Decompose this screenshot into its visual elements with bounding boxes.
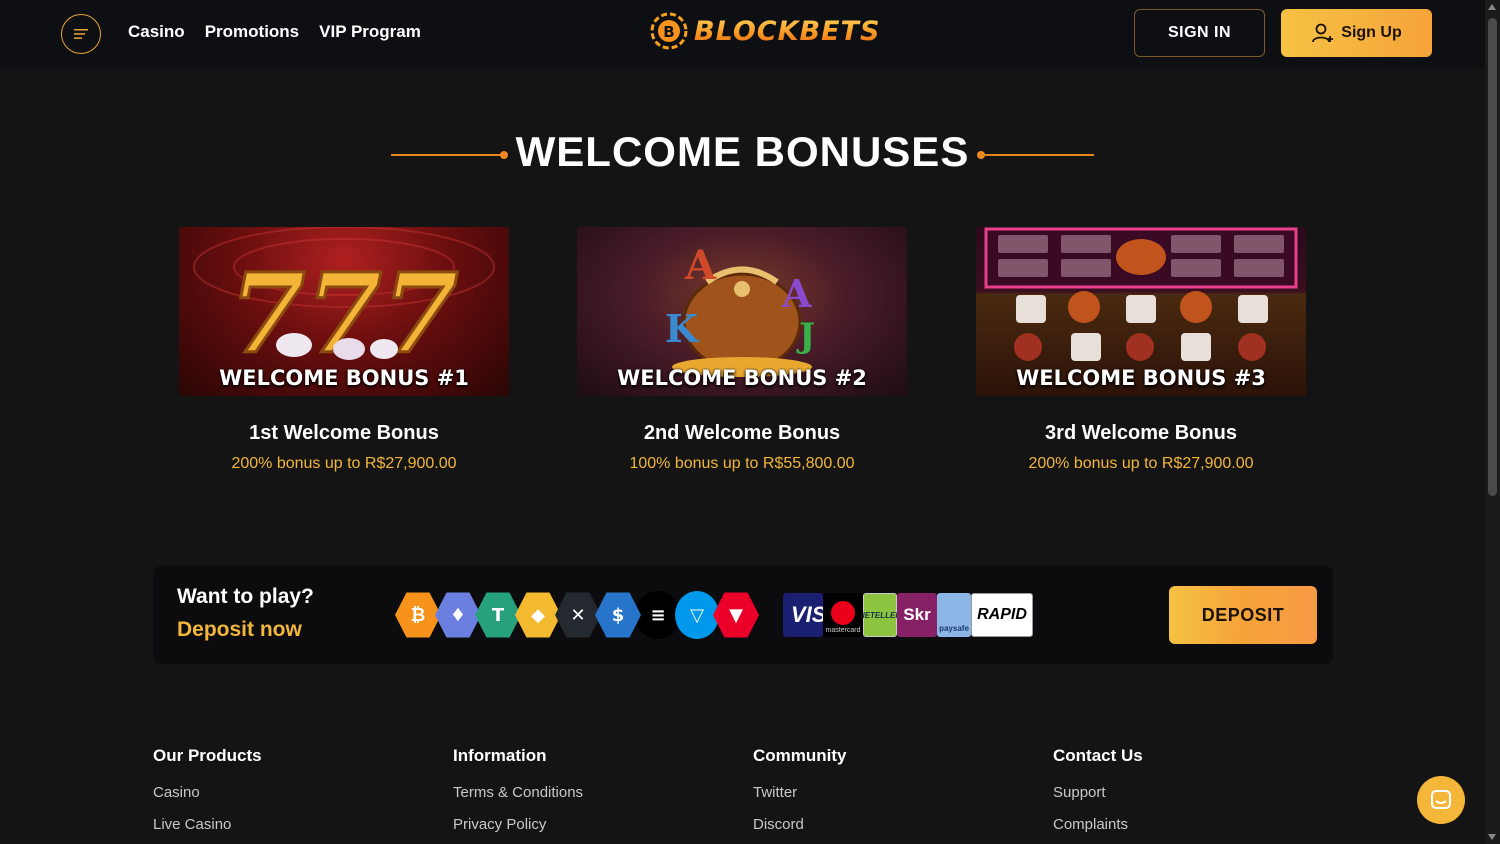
bonus-subtitle-1: 200% bonus up to R$27,900.00 [231,455,457,472]
nav-promotions[interactable]: Promotions [205,22,299,42]
scroll-thumb[interactable] [1488,18,1497,496]
usdc-icon: $ [595,592,641,638]
footer-link-discord[interactable]: Discord [753,816,847,833]
page-scrollbar[interactable] [1485,0,1500,844]
bonus-image-3[interactable]: WELCOME BONUS #3 [976,227,1306,396]
bonus-title-2: 2nd Welcome Bonus [643,422,841,444]
menu-button[interactable] [61,14,101,54]
deposit-bar: Want to play? Deposit now ₿ ♦ T ◆ ✕ $ ≡ … [153,566,1333,664]
svg-text:B: B [663,23,674,41]
svg-text:K: K [665,306,700,351]
scroll-down-icon[interactable] [1488,834,1496,840]
want-to-play-text: Want to play? [177,585,314,608]
footer-link-live-casino[interactable]: Live Casino [153,816,262,833]
bonus-banner-3: WELCOME BONUS #3 [1016,366,1266,390]
logo-text: BLOCKBETS [694,15,881,47]
section-title: WELCOME BONUSES [515,128,970,175]
bonus-subtitle-2: 100% bonus up to R$55,800.00 [629,455,855,472]
title-line-right [979,154,1094,156]
hamburger-icon [74,29,88,39]
scroll-up-icon[interactable] [1488,4,1496,10]
svg-text:A: A [781,271,812,316]
sign-in-button[interactable]: SIGN IN [1134,9,1265,57]
rapid-logo: RAPID [971,593,1033,637]
bitcoin-icon: ₿ [395,592,441,638]
bonus-card-2[interactable]: A K A J WELCOME BONUS #2 2nd Welcome Bon… [577,227,907,473]
nav-vip-program[interactable]: VIP Program [319,22,421,42]
bonus-image-1[interactable]: 777 WELCOME BONUS #1 [179,227,509,396]
chat-icon [1431,790,1451,809]
deposit-now-text: Deposit now [177,618,302,641]
ton-icon: ▽ [675,591,719,639]
logo-coin-icon: B [650,12,688,50]
svg-text:J: J [796,316,815,356]
footer-col-information: Information Terms & Conditions Privacy P… [453,746,583,844]
bonus-subtitle-3: 200% bonus up to R$27,900.00 [1028,455,1254,472]
bonus-banner-2: WELCOME BONUS #2 [617,366,867,390]
bonus-card-1[interactable]: 777 WELCOME BONUS #1 1st Welcome Bonus 2… [179,227,509,473]
xrp-icon: ✕ [555,592,601,638]
footer-link-privacy[interactable]: Privacy Policy [453,816,583,833]
payment-methods: VIS mastercard NETELLER Skr paysafe RAPI… [783,593,1033,637]
bonus-title-1: 1st Welcome Bonus [249,422,439,444]
footer-link-twitter[interactable]: Twitter [753,784,847,801]
ethereum-icon: ♦ [435,592,481,638]
top-header: Casino Promotions VIP Program B BLOCKBET… [0,0,1485,69]
site-logo[interactable]: B BLOCKBETS [650,12,880,50]
footer-heading-products: Our Products [153,746,262,765]
bonus-title-3: 3rd Welcome Bonus [1045,422,1237,444]
footer-link-support[interactable]: Support [1053,784,1143,801]
svg-text:A: A [684,242,717,289]
add-user-icon [1312,23,1334,43]
footer-col-community: Community Twitter Discord [753,746,847,844]
sign-up-label: Sign Up [1341,24,1402,41]
binance-icon: ◆ [515,592,561,638]
chat-launcher-button[interactable] [1417,776,1465,824]
footer-link-terms[interactable]: Terms & Conditions [453,784,583,801]
footer-heading-information: Information [453,746,547,765]
deposit-button[interactable]: DEPOSIT [1169,586,1317,644]
paysafe-logo: paysafe [937,593,971,637]
skrill-logo: Skr [897,593,937,637]
sign-up-button[interactable]: Sign Up [1281,9,1432,57]
footer-col-contact: Contact Us Support Complaints [1053,746,1143,844]
neteller-logo: NETELLER [859,593,901,637]
mastercard-logo: mastercard [823,593,863,637]
footer-heading-contact: Contact Us [1053,746,1143,765]
footer-link-casino[interactable]: Casino [153,784,262,801]
footer-link-complaints[interactable]: Complaints [1053,816,1143,833]
tron-icon: ▼ [713,592,759,638]
tether-icon: T [475,592,521,638]
bonus-card-3[interactable]: WELCOME BONUS #3 3rd Welcome Bonus 200% … [976,227,1306,473]
crypto-icons: ₿ ♦ T ◆ ✕ $ ≡ ▽ ▼ [395,591,759,639]
bonus-image-2[interactable]: A K A J WELCOME BONUS #2 [577,227,907,396]
footer-col-products: Our Products Casino Live Casino [153,746,262,844]
footer-heading-community: Community [753,746,847,765]
visa-logo: VIS [783,593,823,637]
bonus-banner-1: WELCOME BONUS #1 [219,366,469,390]
nav-casino[interactable]: Casino [128,22,185,42]
main-nav: Casino Promotions VIP Program [128,22,421,42]
